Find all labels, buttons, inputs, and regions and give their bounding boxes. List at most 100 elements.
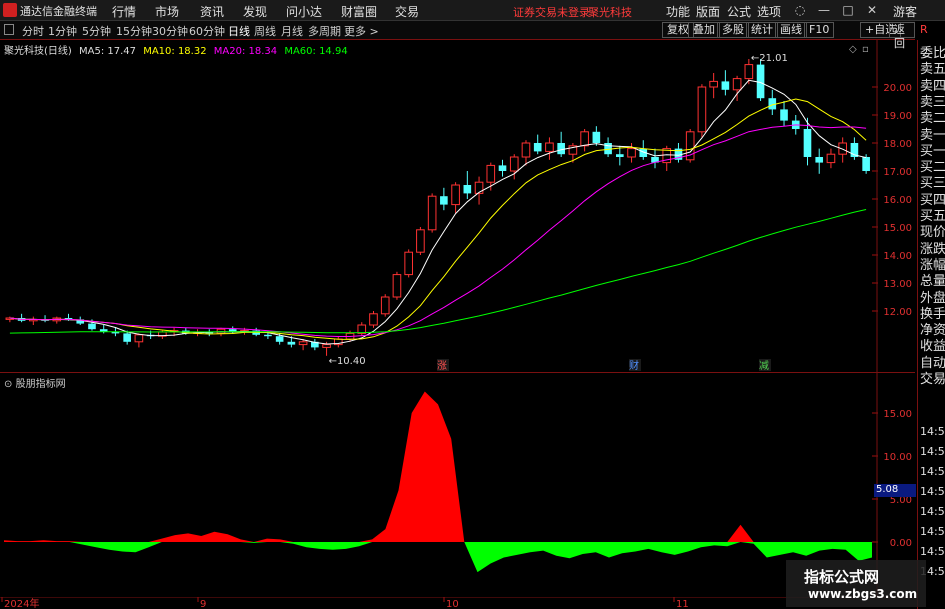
side-label-15[interactable]: 外盘	[920, 291, 945, 307]
price-axis-label: 19.00	[883, 111, 912, 122]
candle-body	[815, 157, 824, 163]
candle-body	[592, 131, 601, 143]
side-label-13[interactable]: 涨幅	[920, 258, 945, 274]
side-label-1[interactable]: 卖五	[920, 62, 945, 78]
menu-functions[interactable]: 功能	[666, 3, 690, 20]
candle-body	[709, 80, 718, 88]
side-label-7[interactable]: 买二	[920, 160, 945, 176]
ma5-line	[9, 79, 867, 345]
period-monthly[interactable]: 月线	[281, 23, 303, 39]
side-label-0[interactable]: 委比	[920, 46, 945, 62]
menu-news[interactable]: 资讯	[200, 3, 224, 20]
legend-ma10: MA10: 18.32	[143, 46, 207, 57]
overlay-button[interactable]: 叠加	[688, 22, 720, 38]
period-weekly[interactable]: 周线	[254, 23, 276, 39]
candle-body	[732, 78, 742, 91]
side-label-6[interactable]: 买一	[920, 144, 945, 160]
f10-button[interactable]: F10	[804, 22, 835, 38]
title-bar: 通达信金融终端 行情 市场 资讯 发现 问小达 财富圈 交易 证券交易未登录 聚…	[0, 0, 945, 21]
side-label-20[interactable]: 交易	[920, 372, 945, 388]
candle-body	[803, 129, 812, 157]
side-label-19[interactable]: 自动	[920, 356, 945, 372]
back-button[interactable]: 返回	[889, 22, 915, 50]
login-status[interactable]: 证券交易未登录	[513, 4, 590, 20]
side-panel-r-icon[interactable]: R	[920, 22, 928, 38]
menu-formula[interactable]: 公式	[727, 3, 751, 20]
period-more[interactable]: 更多 >	[344, 23, 379, 39]
legend-ma20: MA20: 18.34	[213, 46, 278, 57]
side-label-3[interactable]: 卖三	[920, 95, 945, 111]
side-trade-time: 14:56	[920, 525, 945, 538]
side-label-14[interactable]: 总量	[920, 274, 945, 290]
multi-stock-button[interactable]: 多股	[717, 22, 749, 38]
indicator-toggle-icon[interactable]: ⊙	[4, 379, 12, 390]
side-label-12[interactable]: 涨跌	[920, 242, 945, 258]
side-label-18[interactable]: 收益	[920, 339, 945, 355]
side-label-11[interactable]: 现价	[920, 225, 945, 241]
draw-line-button[interactable]: 画线	[775, 22, 807, 38]
candle-body	[615, 154, 624, 157]
menu-wealth-circle[interactable]: 财富圈	[341, 3, 377, 20]
side-label-2[interactable]: 卖四	[920, 79, 945, 95]
menu-ask[interactable]: 问小达	[286, 3, 322, 20]
maximize-icon[interactable]: □	[840, 2, 856, 18]
sub-axis-label: 10.00	[883, 452, 912, 463]
candle-body	[721, 81, 730, 90]
menu-trade[interactable]: 交易	[395, 3, 419, 20]
side-label-16[interactable]: 换手	[920, 307, 945, 323]
side-label-5[interactable]: 卖一	[920, 128, 945, 144]
guest-label[interactable]: 游客	[893, 3, 917, 20]
candle-body	[780, 109, 788, 121]
legend-stock: 聚光科技(日线)	[4, 46, 72, 57]
stats-button[interactable]: 统计	[746, 22, 778, 38]
period-multi[interactable]: 多周期	[308, 23, 341, 39]
period-intraday[interactable]: 分时	[22, 23, 44, 39]
sub-axis-label: 15.00	[883, 409, 912, 420]
chart-expand-icon[interactable]: ▫	[862, 44, 869, 55]
candle-body	[88, 323, 96, 330]
x-axis-label: 11	[676, 599, 689, 609]
legend-ma60: MA60: 14.94	[284, 46, 348, 57]
menu-market[interactable]: 市场	[155, 3, 179, 20]
period-1min[interactable]: 1分钟	[48, 23, 77, 39]
side-label-4[interactable]: 卖二	[920, 111, 945, 127]
candlestick-chart[interactable]: 20.00 19.00 18.00 17.00 16.00 15.00 14.00 13.00…	[0, 40, 915, 372]
menu-options[interactable]: 选项	[757, 3, 781, 20]
menu-discover[interactable]: 发现	[243, 3, 267, 20]
x-axis-label: 9	[200, 599, 206, 609]
candle-body	[463, 185, 472, 194]
candle-body	[697, 86, 707, 133]
minimize-icon[interactable]: —	[816, 2, 832, 18]
candle-body	[498, 165, 507, 171]
period-30min[interactable]: 30分钟	[152, 23, 188, 39]
candle-body	[756, 64, 765, 99]
side-label-8[interactable]: 买三	[920, 176, 945, 192]
indicator-name: 股朋指标网	[15, 379, 66, 390]
price-axis-label: 17.00	[883, 167, 912, 178]
menu-market-quotes[interactable]: 行情	[112, 3, 136, 20]
panel-toggle-icon[interactable]	[4, 24, 14, 35]
sub-axis-label: 0.00	[890, 538, 912, 549]
indicator-positive-area	[4, 391, 872, 542]
period-15min[interactable]: 15分钟	[116, 23, 152, 39]
side-trade-time: 14:56	[920, 465, 945, 478]
side-label-10[interactable]: 买五	[920, 209, 945, 225]
period-daily[interactable]: 日线	[228, 23, 250, 39]
period-60min[interactable]: 60分钟	[189, 23, 225, 39]
side-label-9[interactable]: 买四	[920, 193, 945, 209]
event-flag[interactable]: 减	[759, 360, 769, 372]
event-flag[interactable]: 涨	[437, 360, 447, 372]
price-axis-label: 13.00	[883, 279, 912, 290]
chart-settings-icon[interactable]: ◇	[849, 44, 857, 55]
candle-body	[416, 229, 425, 253]
candle-body	[404, 251, 413, 276]
side-label-17[interactable]: 净资	[920, 323, 945, 339]
headset-icon[interactable]: ◌	[792, 2, 808, 18]
candle-body	[744, 64, 754, 80]
indicator-legend: ⊙ 股朋指标网	[4, 375, 66, 390]
menu-layout[interactable]: 版面	[696, 3, 720, 20]
close-icon[interactable]: ✕	[864, 2, 880, 18]
event-flag[interactable]: 财	[629, 359, 639, 372]
period-5min[interactable]: 5分钟	[82, 23, 111, 39]
indicator-chart[interactable]: 15.0010.005.000.00	[0, 373, 915, 597]
